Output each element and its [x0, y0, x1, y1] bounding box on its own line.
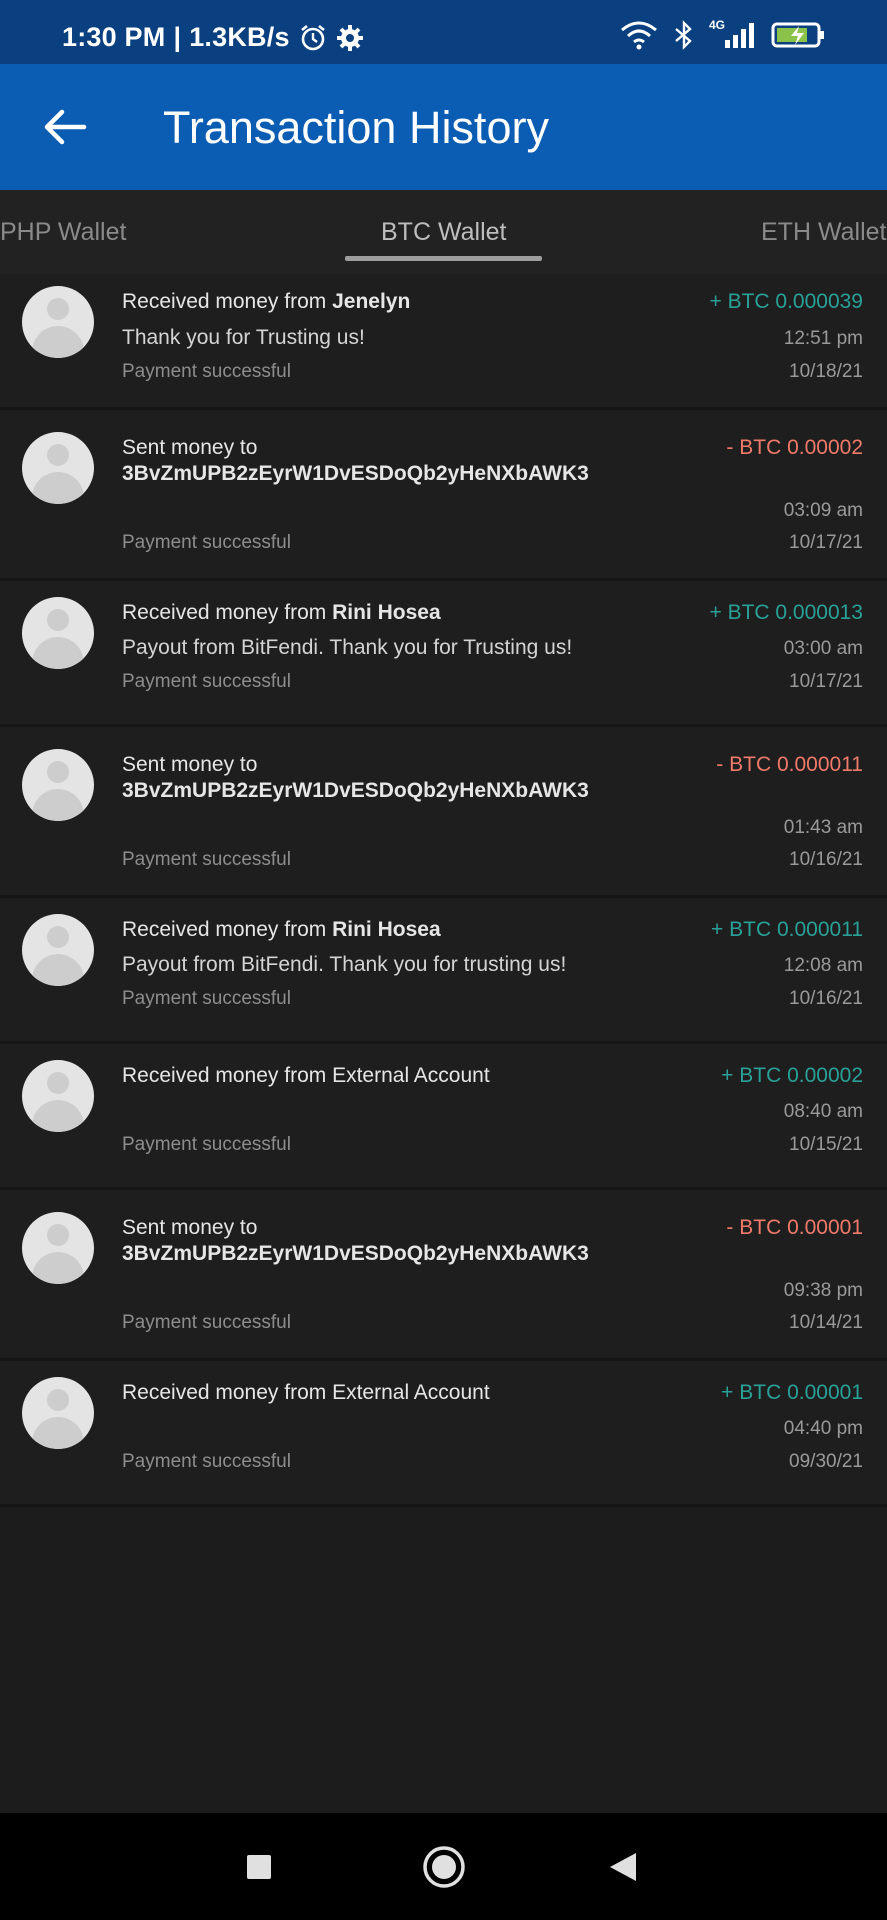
transaction-row[interactable]: Sent money to 3BvZmUPB2zEyrW1DvESDoQb2yH… [0, 1190, 887, 1361]
transaction-date: 10/16/21 [789, 849, 863, 870]
page-title: Transaction History [163, 102, 549, 153]
transaction-time: 12:51 pm [783, 328, 863, 349]
transaction-amount: - BTC 0.000011 [716, 753, 863, 776]
transaction-row[interactable]: Received money from Rini Hosea Payout fr… [0, 581, 887, 727]
transaction-counterparty: 3BvZmUPB2zEyrW1DvESDoQb2yHeNXbAWK3 [122, 779, 589, 802]
transaction-prefix: Received money from External Account [122, 1064, 490, 1087]
transaction-amount: + BTC 0.000013 [709, 601, 863, 624]
transaction-date: 10/17/21 [789, 671, 863, 692]
transaction-time: 03:00 am [783, 638, 863, 659]
transaction-counterparty: Rini Hosea [332, 601, 441, 624]
transaction-status: Payment successful [122, 849, 291, 870]
transaction-status: Payment successful [122, 988, 291, 1009]
status-bar: 1:30 PM | 1.3KB/s 4G [0, 0, 887, 64]
transaction-row[interactable]: Received money from Jenelyn Thank you fo… [0, 274, 887, 410]
home-icon[interactable] [422, 1845, 466, 1889]
transaction-row[interactable]: Received money from External Account Pay… [0, 1044, 887, 1190]
transaction-message: Payout from BitFendi. Thank you for Trus… [122, 636, 573, 659]
tab-eth-wallet[interactable]: ETH Wallet [761, 218, 886, 247]
transaction-date: 10/16/21 [789, 988, 863, 1009]
transaction-row[interactable]: Sent money to 3BvZmUPB2zEyrW1DvESDoQb2yH… [0, 410, 887, 581]
transaction-amount: - BTC 0.00001 [726, 1216, 863, 1239]
settings-icon [336, 24, 363, 51]
transaction-time: 03:09 am [783, 500, 863, 521]
transaction-prefix: Sent money to [122, 436, 258, 459]
transaction-message: Thank you for Trusting us! [122, 326, 365, 349]
status-left: 1:30 PM | 1.3KB/s [62, 22, 364, 53]
avatar-icon [22, 432, 94, 504]
battery-charging-icon [771, 22, 824, 48]
transaction-time: 09:38 pm [783, 1280, 863, 1301]
status-speed: 1.3KB/s [189, 22, 290, 52]
system-nav-bar [0, 1813, 887, 1920]
transaction-time: 12:08 am [783, 955, 863, 976]
wifi-icon [621, 21, 657, 50]
status-separator: | [173, 22, 182, 52]
transaction-message: Payout from BitFendi. Thank you for trus… [122, 953, 567, 976]
transaction-status: Payment successful [122, 361, 291, 382]
transaction-counterparty: 3BvZmUPB2zEyrW1DvESDoQb2yHeNXbAWK3 [122, 462, 589, 485]
alarm-icon [300, 24, 325, 50]
transaction-date: 10/14/21 [789, 1312, 863, 1333]
transaction-date: 10/15/21 [789, 1134, 863, 1155]
transaction-counterparty: Jenelyn [332, 290, 411, 313]
transaction-row[interactable]: Received money from Rini Hosea Payout fr… [0, 898, 887, 1044]
transaction-amount: + BTC 0.00002 [721, 1064, 863, 1087]
transaction-prefix: Sent money to [122, 1216, 258, 1239]
avatar-icon [22, 286, 94, 358]
active-tab-indicator [345, 256, 542, 261]
avatar-icon [22, 597, 94, 669]
transaction-amount: + BTC 0.000011 [711, 918, 863, 941]
transaction-counterparty: 3BvZmUPB2zEyrW1DvESDoQb2yHeNXbAWK3 [122, 1242, 589, 1265]
transaction-status: Payment successful [122, 671, 291, 692]
transaction-time: 04:40 pm [783, 1418, 863, 1439]
avatar-icon [22, 1377, 94, 1449]
transaction-prefix: Received money from [122, 601, 333, 624]
transaction-title: Received money from Jenelyn [122, 290, 410, 314]
transaction-time: 08:40 am [783, 1101, 863, 1122]
transaction-amount: - BTC 0.00002 [726, 436, 863, 459]
bluetooth-icon [675, 20, 692, 50]
transaction-date: 10/18/21 [789, 361, 863, 382]
app-bar: Transaction History [0, 64, 887, 190]
transaction-counterparty: Rini Hosea [332, 918, 441, 941]
transaction-amount: + BTC 0.00001 [721, 1381, 863, 1404]
transaction-prefix: Received money from External Account [122, 1381, 490, 1404]
tab-btc-wallet[interactable]: BTC Wallet [381, 218, 506, 247]
transaction-date: 09/30/21 [789, 1451, 863, 1472]
transaction-status: Payment successful [122, 1451, 291, 1472]
transaction-list: Received money from Jenelyn Thank you fo… [0, 274, 887, 1507]
avatar-icon [22, 1212, 94, 1284]
transaction-date: 10/17/21 [789, 532, 863, 553]
transaction-prefix: Sent money to [122, 753, 258, 776]
transaction-title: Received money from Rini Hosea [122, 601, 441, 625]
transaction-row[interactable]: Sent money to 3BvZmUPB2zEyrW1DvESDoQb2yH… [0, 727, 887, 898]
transaction-prefix: Received money from [122, 290, 333, 313]
status-right: 4G [619, 18, 827, 50]
avatar-icon [22, 1060, 94, 1132]
wallet-tabs: PHP Wallet BTC Wallet ETH Wallet [0, 190, 887, 274]
transaction-status: Payment successful [122, 1134, 291, 1155]
avatar-icon [22, 749, 94, 821]
transaction-title: Received money from Rini Hosea [122, 918, 441, 942]
recents-icon[interactable] [245, 1853, 273, 1881]
transaction-row[interactable]: Received money from External Account Pay… [0, 1361, 887, 1507]
avatar-icon [22, 914, 94, 986]
tab-php-wallet[interactable]: PHP Wallet [0, 218, 126, 247]
transaction-prefix: Received money from [122, 918, 333, 941]
nav-back-icon[interactable] [608, 1851, 638, 1883]
transaction-status: Payment successful [122, 1312, 291, 1333]
signal-icon: 4G [709, 18, 757, 50]
back-arrow-icon[interactable] [40, 102, 90, 152]
transaction-time: 01:43 am [783, 817, 863, 838]
transaction-status: Payment successful [122, 532, 291, 553]
transaction-amount: + BTC 0.000039 [709, 290, 863, 313]
status-time: 1:30 PM [62, 22, 166, 52]
